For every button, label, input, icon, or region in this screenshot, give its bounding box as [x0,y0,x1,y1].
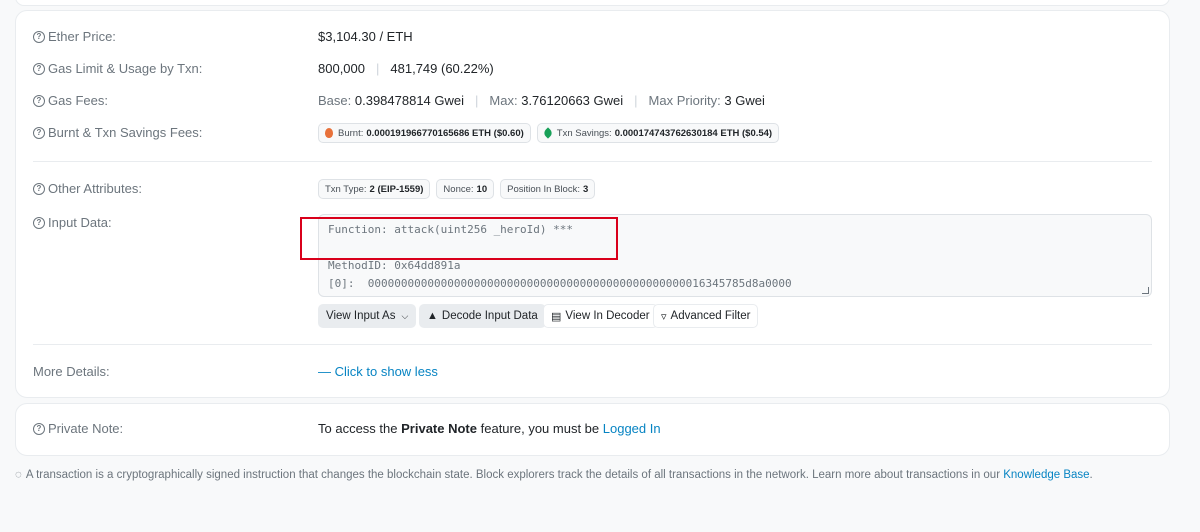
gas-usage: 481,749 (60.22%) [390,61,494,76]
chevron-down-icon: ⌵ [401,310,409,321]
ether-price-label: ? Ether Price: [33,29,116,44]
advanced-filter-button[interactable]: ▿ Advanced Filter [653,304,759,328]
savings-icon [542,127,554,139]
input-data-label: ? Input Data: [33,215,112,230]
view-in-decoder-button[interactable]: ▤ View In Decoder [543,304,658,328]
param-0: [0]: 00000000000000000000000000000000000… [328,277,792,290]
gas-limit-value: 800,000 | 481,749 (60.22%) [318,61,494,76]
footer-text: A transaction is a cryptographically sig… [25,469,1001,481]
filter-icon: ▿ [661,310,667,323]
method-id: MethodID: 0x64dd891a [328,259,461,272]
max-fee-label: Max: [489,93,518,108]
help-icon[interactable]: ? [33,94,45,107]
help-icon[interactable]: ? [33,422,45,435]
show-less-link[interactable]: — Click to show less [318,364,438,379]
decode-input-data-button[interactable]: ▲ Decode Input Data [419,304,546,328]
gas-limit: 800,000 [318,61,365,76]
logged-in-link[interactable]: Logged In [603,421,661,436]
gas-fees-value: Base: 0.398478814 Gwei | Max: 3.76120663… [318,93,765,108]
separator: | [376,61,380,76]
burnt-badge: Burnt: 0.000191966770165686 ETH ($0.60) [318,123,531,143]
footer-info: ◌ A transaction is a cryptographically s… [15,469,1093,481]
ether-price-value: $3,104.30 / ETH [318,29,413,44]
more-details-label: More Details: [33,364,110,379]
max-priority-label: Max Priority: [648,93,721,108]
private-note-bold: Private Note [401,421,477,436]
view-input-as-button[interactable]: View Input As ⌵ [318,304,417,328]
other-attributes-label: ? Other Attributes: [33,181,142,196]
private-note-text: To access the Private Note feature, you … [318,421,661,436]
help-icon[interactable]: ? [33,62,45,75]
document-icon: ▤ [551,310,562,323]
help-icon[interactable]: ? [33,126,45,139]
separator: | [475,93,479,108]
separator: | [634,93,638,108]
lightbulb-icon: ◌ [15,469,22,481]
base-fee-label: Base: [318,93,352,108]
transaction-details-card: ? Ether Price: $3,104.30 / ETH ? Gas Lim… [15,10,1170,398]
txn-type-badge: Txn Type: 2 (EIP-1559) [318,179,431,199]
knowledge-base-link[interactable]: Knowledge Base [1003,469,1089,481]
cubes-icon: ▲ [427,310,438,322]
burnt-fees-label: ? Burnt & Txn Savings Fees: [33,125,202,140]
help-icon[interactable]: ? [33,216,45,229]
base-fee-value: 0.398478814 Gwei [354,93,465,108]
gas-fees-label: ? Gas Fees: [33,93,108,108]
private-note-card: ? Private Note: To access the Private No… [15,403,1170,456]
burnt-fees-value: Burnt: 0.000191966770165686 ETH ($0.60) … [318,123,785,143]
gas-limit-label: ? Gas Limit & Usage by Txn: [33,61,202,76]
txn-savings-badge: Txn Savings: 0.000174743762630184 ETH ($… [536,123,780,143]
divider [33,344,1152,345]
flame-icon [325,128,333,138]
help-icon[interactable]: ? [33,30,45,43]
private-note-label: ? Private Note: [33,421,123,436]
help-icon[interactable]: ? [33,182,45,195]
other-attributes-value: Txn Type: 2 (EIP-1559) Nonce: 10 Positio… [318,179,601,199]
max-fee-value: 3.76120663 Gwei [521,93,624,108]
divider [33,161,1152,162]
resize-handle-icon[interactable] [1142,287,1149,294]
nonce-badge: Nonce: 10 [436,179,495,199]
highlight-box [300,217,618,260]
position-badge: Position In Block: 3 [500,179,596,199]
max-priority-value: 3 Gwei [724,93,765,108]
previous-card [15,0,1170,6]
